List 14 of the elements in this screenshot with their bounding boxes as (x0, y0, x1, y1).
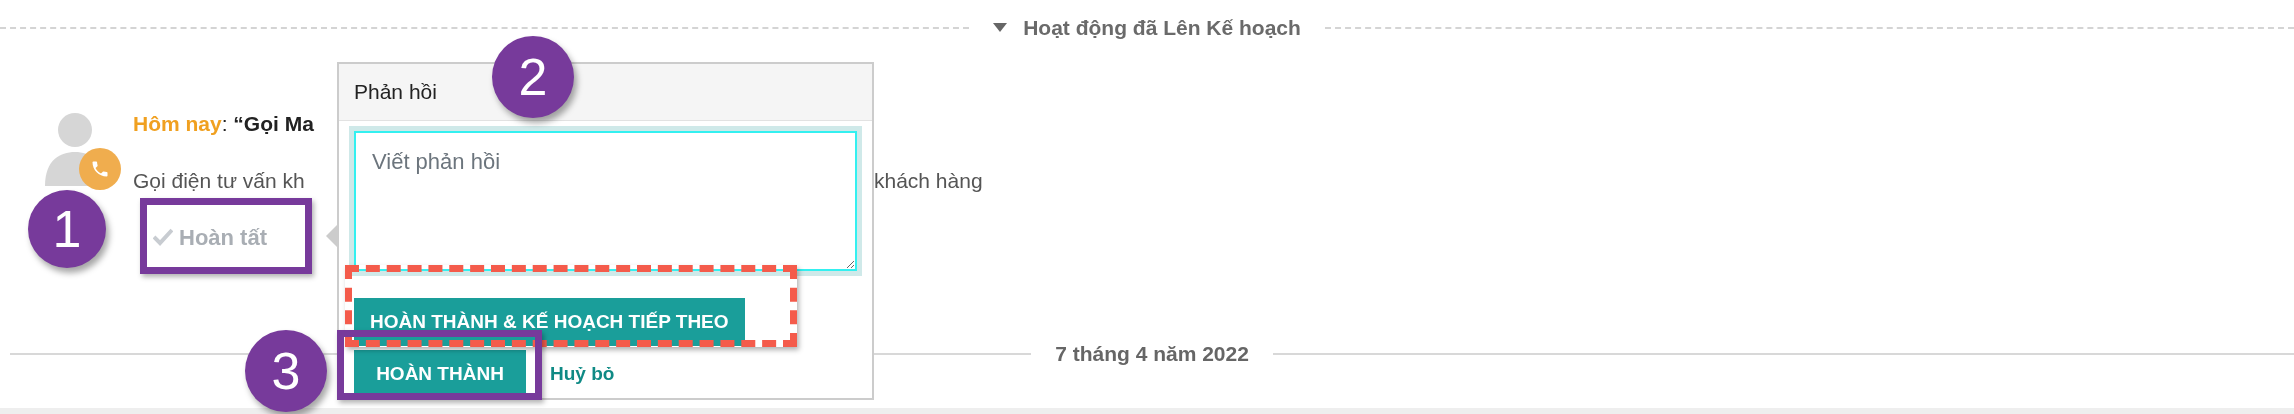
step-marker: 3 (245, 330, 327, 412)
activity-description: Gọi điện tư vấn kh (133, 169, 305, 192)
caret-icon[interactable] (993, 23, 1008, 33)
activity-title: : “Gọi Ma (221, 110, 314, 137)
phone-icon (79, 147, 121, 190)
step-marker: 1 (28, 190, 106, 268)
date-divider: 7 tháng 4 năm 2022 (1055, 341, 1249, 367)
feedback-field[interactable]: Viết phản hồi (354, 131, 857, 271)
check-icon (153, 228, 173, 246)
day-label: Hôm nay (133, 110, 222, 137)
step-marker: 2 (492, 36, 574, 118)
section-header[interactable]: Hoạt động đã Lên Kế hoạch (1023, 12, 1301, 44)
activity-description: khách hàng (874, 168, 983, 194)
cancel-link[interactable]: Huỷ bỏ (550, 360, 615, 389)
